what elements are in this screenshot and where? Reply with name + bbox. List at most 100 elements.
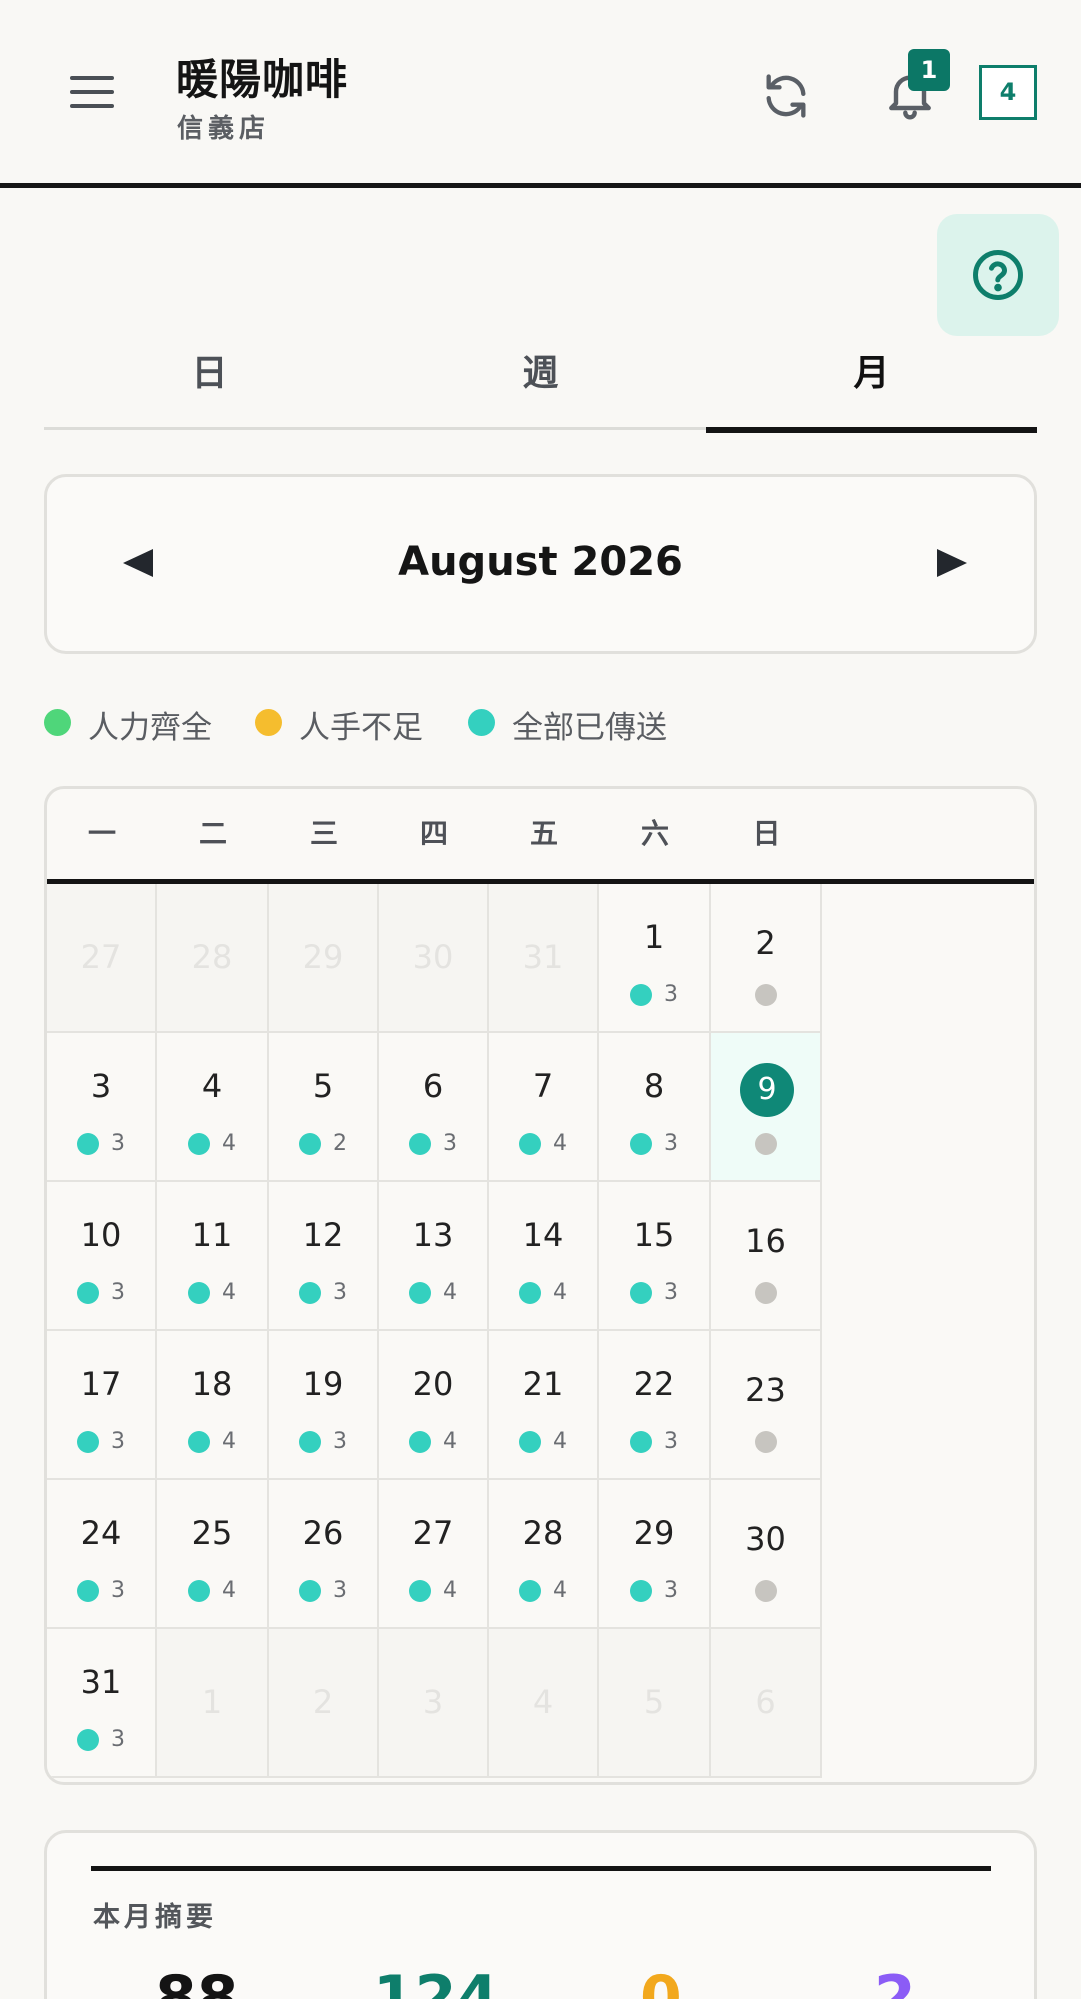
calendar-day[interactable]: 15 3	[599, 1182, 711, 1331]
calendar-day[interactable]: 44	[157, 1033, 269, 1182]
status-dot	[77, 1281, 99, 1304]
day-status: 4	[157, 1131, 267, 1159]
calendar-day: 30	[379, 884, 489, 1033]
calendar-day: 27	[47, 884, 157, 1033]
calendar-day[interactable]: 2	[711, 884, 822, 1033]
calendar-day[interactable]: 63	[379, 1033, 489, 1182]
calendar-day[interactable]: 19 3	[269, 1331, 379, 1480]
calendar-day[interactable]: 23	[711, 1331, 822, 1480]
tab-week[interactable]: 週	[375, 340, 706, 430]
status-dot	[77, 1579, 99, 1602]
status-dot	[77, 1132, 99, 1155]
calendar-day[interactable]: 13	[599, 884, 711, 1033]
day-status: 4	[489, 1429, 597, 1457]
triangle-right-icon	[937, 549, 967, 577]
tab-day[interactable]: 日	[44, 340, 375, 430]
day-status: 4	[489, 1131, 597, 1159]
legend-label: 人力齊全	[88, 710, 212, 746]
calendar-day[interactable]: 12 3	[269, 1182, 379, 1331]
status-dot	[299, 1430, 321, 1453]
day-status: 3	[379, 1131, 487, 1159]
day-number: 8	[643, 1067, 665, 1105]
day-number: 1	[643, 918, 665, 956]
calendar-day[interactable]: 20 4	[379, 1331, 489, 1480]
notification-badge[interactable]: 1	[908, 49, 950, 91]
calendar-day[interactable]: 13 4	[379, 1182, 489, 1331]
day-number: 12	[302, 1216, 344, 1254]
calendar-day[interactable]: 16	[711, 1182, 822, 1331]
staff-count: 3	[111, 1131, 125, 1156]
day-status: 3	[47, 1429, 155, 1457]
calendar-day[interactable]: 21 4	[489, 1331, 599, 1480]
summary-value: 2	[874, 1963, 916, 1999]
day-number: 4	[532, 1683, 554, 1721]
help-button[interactable]	[937, 214, 1059, 336]
calendar-day[interactable]: 83	[599, 1033, 711, 1182]
day-status: 4	[379, 1429, 487, 1457]
day-number: 7	[532, 1067, 554, 1105]
day-status	[711, 1431, 820, 1459]
app-header: 暖陽咖啡 信義店 1 4	[0, 0, 1081, 188]
day-status: 4	[379, 1578, 487, 1606]
day-number: 19	[302, 1365, 344, 1403]
calendar-day[interactable]: 30	[711, 1480, 822, 1629]
calendar-day[interactable]: 29 3	[599, 1480, 711, 1629]
calendar-day[interactable]: 18 4	[157, 1331, 269, 1480]
status-dot	[630, 1430, 652, 1453]
calendar-day[interactable]: 33	[47, 1033, 157, 1182]
calendar-day[interactable]: 24 3	[47, 1480, 157, 1629]
status-dot	[299, 1579, 321, 1602]
day-status: 4	[489, 1280, 597, 1308]
calendar-day[interactable]: 17 3	[47, 1331, 157, 1480]
refresh-icon[interactable]	[760, 70, 812, 122]
calendar-day[interactable]: 74	[489, 1033, 599, 1182]
status-dot	[630, 1132, 652, 1155]
menu-icon[interactable]	[70, 72, 114, 112]
day-status: 3	[47, 1131, 155, 1159]
calendar-day[interactable]: 14 4	[489, 1182, 599, 1331]
day-number: 6	[755, 1683, 776, 1721]
staff-count: 4	[222, 1578, 236, 1603]
view-tabs: 日 週 月	[44, 340, 1037, 433]
day-number: 1	[201, 1683, 223, 1721]
status-dot	[299, 1281, 321, 1304]
calendar-day[interactable]: 11 4	[157, 1182, 269, 1331]
day-status: 2	[269, 1131, 377, 1159]
summary-value: 124	[373, 1963, 499, 1999]
calendar-day[interactable]: 10 3	[47, 1182, 157, 1331]
calendar-day[interactable]: 31 3	[47, 1629, 157, 1778]
calendar-day[interactable]: 25 4	[157, 1480, 269, 1629]
calendar-day[interactable]: 27 4	[379, 1480, 489, 1629]
today-marker: 9	[740, 1063, 794, 1117]
status-dot	[519, 1132, 541, 1155]
calendar-day[interactable]: 52	[269, 1033, 379, 1182]
day-number: 2	[755, 924, 776, 962]
day-number: 23	[745, 1371, 786, 1409]
day-status: 3	[599, 982, 709, 1010]
staff-count: 3	[333, 1429, 347, 1454]
day-number: 22	[633, 1365, 675, 1403]
day-status: 3	[599, 1131, 709, 1159]
staff-count: 3	[664, 1131, 678, 1156]
summary-title: 本月摘要	[93, 1902, 217, 1933]
day-status	[711, 984, 820, 1012]
staff-count: 3	[664, 1280, 678, 1305]
day-number: 30	[745, 1520, 786, 1558]
staff-count: 4	[443, 1578, 457, 1603]
day-status: 4	[157, 1578, 267, 1606]
calendar-day[interactable]: 28 4	[489, 1480, 599, 1629]
count-box[interactable]: 4	[979, 65, 1037, 120]
calendar-day[interactable]: 26 3	[269, 1480, 379, 1629]
status-dot	[630, 983, 652, 1006]
status-dot	[299, 1132, 321, 1155]
tab-month[interactable]: 月	[706, 340, 1037, 433]
staff-count: 4	[553, 1429, 567, 1454]
calendar-day[interactable]: 22 3	[599, 1331, 711, 1480]
next-month-button[interactable]	[931, 543, 971, 583]
calendar-day-today[interactable]: 9	[711, 1033, 822, 1182]
staff-count: 4	[553, 1131, 567, 1156]
status-dot	[754, 1580, 777, 1602]
weekday-label: 三	[309, 817, 338, 850]
staff-count: 4	[443, 1280, 457, 1305]
legend-dot	[44, 709, 71, 736]
